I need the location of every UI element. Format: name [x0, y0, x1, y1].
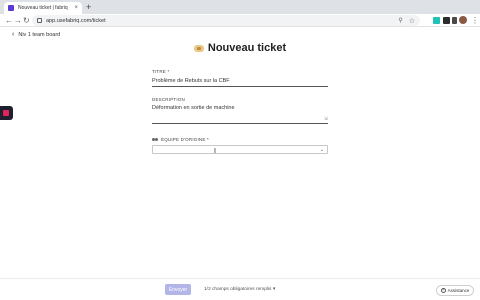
origin-team-label: ÉQUIPE D'ORIGINE * [161, 137, 209, 142]
back-arrow-icon[interactable]: ← [5, 15, 13, 26]
title-underline [152, 86, 328, 87]
required-fields-status[interactable]: 1/3 champs obligatoires remplis ▾ [204, 287, 275, 292]
form-footer: Envoyer 1/3 champs obligatoires remplis … [0, 278, 480, 300]
extension-teal-icon[interactable] [433, 17, 440, 24]
people-icon [152, 137, 158, 142]
widget-icon [3, 110, 9, 116]
description-label: DESCRIPTION [152, 97, 185, 102]
chevron-left-icon: ‹ [12, 31, 15, 38]
caret-down-icon: ▾ [272, 287, 276, 292]
description-textarea[interactable]: Déformation en sortie de machine ⇲ [152, 105, 328, 124]
assistance-label: Assistance [447, 288, 470, 293]
zoom-icon[interactable]: ⚲ [398, 17, 402, 24]
origin-team-label-row: ÉQUIPE D'ORIGINE * [152, 137, 328, 142]
page-title: Nouveau ticket [207, 42, 287, 54]
address-bar[interactable]: app.usefabriq.com/ticket ⚲ ☆ [32, 15, 420, 26]
browser-menu-icon[interactable]: ⋮ [471, 15, 479, 26]
address-url: app.usefabriq.com/ticket [46, 17, 106, 24]
browser-tab[interactable]: Nouveau ticket | fabriq × [4, 2, 82, 14]
origin-team-field: ÉQUIPE D'ORIGINE * ⌄ [152, 137, 328, 154]
extension-puzzle-icon[interactable] [452, 17, 457, 24]
ticket-emoji-icon [193, 44, 204, 52]
profile-avatar[interactable] [459, 16, 467, 24]
required-status-text: 1/3 champs obligatoires remplis [204, 287, 272, 292]
back-link-label: Niv 1 team board [18, 31, 61, 38]
browser-tab-title: Nouveau ticket | fabriq [18, 5, 68, 11]
description-field: DESCRIPTION Déformation en sortie de mac… [152, 97, 328, 124]
bookmark-star-icon[interactable]: ☆ [409, 17, 415, 25]
browser-tab-bar: Nouveau ticket | fabriq × + [0, 0, 480, 14]
submit-button[interactable]: Envoyer [165, 284, 191, 295]
help-icon: ? [440, 288, 446, 293]
new-tab-button[interactable]: + [86, 1, 91, 13]
title-field: TITRE * Problème de Rebuts sur la CBF [152, 69, 328, 87]
back-to-board-link[interactable]: ‹ Niv 1 team board [12, 31, 60, 38]
chevron-down-icon: ⌄ [319, 147, 324, 153]
assistance-button[interactable]: ? Assistance [436, 285, 474, 296]
title-input[interactable]: Problème de Rebuts sur la CBF [152, 78, 328, 84]
resize-handle-icon[interactable]: ⇲ [324, 116, 328, 122]
browser-toolbar: ← → ↻ app.usefabriq.com/ticket ⚲ ☆ ⋮ [0, 14, 480, 27]
title-label: TITRE * [152, 69, 170, 74]
reload-icon[interactable]: ↻ [23, 15, 30, 26]
text-cursor-icon: I [214, 148, 216, 155]
description-text: Déformation en sortie de machine [152, 105, 235, 111]
extension-dark-icon[interactable] [443, 17, 450, 24]
forward-arrow-icon[interactable]: → [14, 15, 22, 26]
side-widget-button[interactable] [0, 106, 13, 120]
lock-icon [37, 18, 42, 23]
fabriq-favicon-icon [8, 5, 14, 11]
close-tab-icon[interactable]: × [74, 5, 78, 11]
page-header: Nouveau ticket [0, 42, 480, 54]
origin-team-select[interactable]: ⌄ [152, 145, 328, 154]
